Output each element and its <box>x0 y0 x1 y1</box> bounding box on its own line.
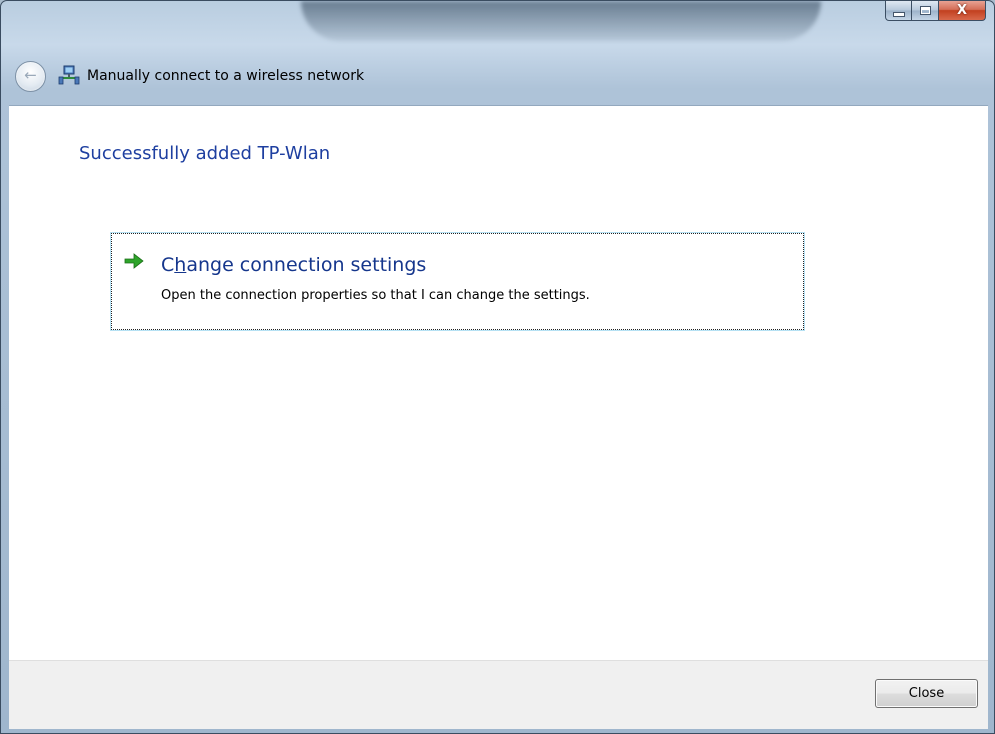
caption-buttons: X <box>885 1 986 21</box>
close-icon: X <box>956 3 968 18</box>
change-connection-settings-link[interactable]: Change connection settings Open the conn… <box>110 232 805 331</box>
command-link-title-post: ange connection settings <box>186 254 427 276</box>
window-title: Manually connect to a wireless network <box>87 68 365 84</box>
command-link-description: Open the connection properties so that I… <box>161 288 590 303</box>
close-window-button[interactable]: X <box>939 1 986 21</box>
minimize-icon <box>892 12 905 17</box>
title-bar-glass <box>301 1 821 41</box>
page-heading: Successfully added TP-Wlan <box>79 143 331 164</box>
content-area: Successfully added TP-Wlan Change connec… <box>9 105 988 661</box>
network-icon <box>58 65 80 85</box>
dialog-window: X ← Manually connect to a wireless netwo… <box>0 0 995 734</box>
back-arrow-icon: ← <box>24 66 37 84</box>
maximize-button[interactable] <box>912 1 939 21</box>
close-button[interactable]: Close <box>875 679 978 708</box>
navigation-bar: ← Manually connect to a wireless network <box>9 47 988 105</box>
green-arrow-icon <box>124 253 144 269</box>
command-link-title: Change connection settings <box>161 254 426 276</box>
minimize-button[interactable] <box>885 1 912 21</box>
back-button[interactable]: ← <box>15 60 46 92</box>
command-link-title-pre: C <box>161 254 175 276</box>
maximize-icon <box>919 6 931 15</box>
footer-bar: Close <box>9 660 988 729</box>
accelerator-key: h <box>174 254 187 276</box>
